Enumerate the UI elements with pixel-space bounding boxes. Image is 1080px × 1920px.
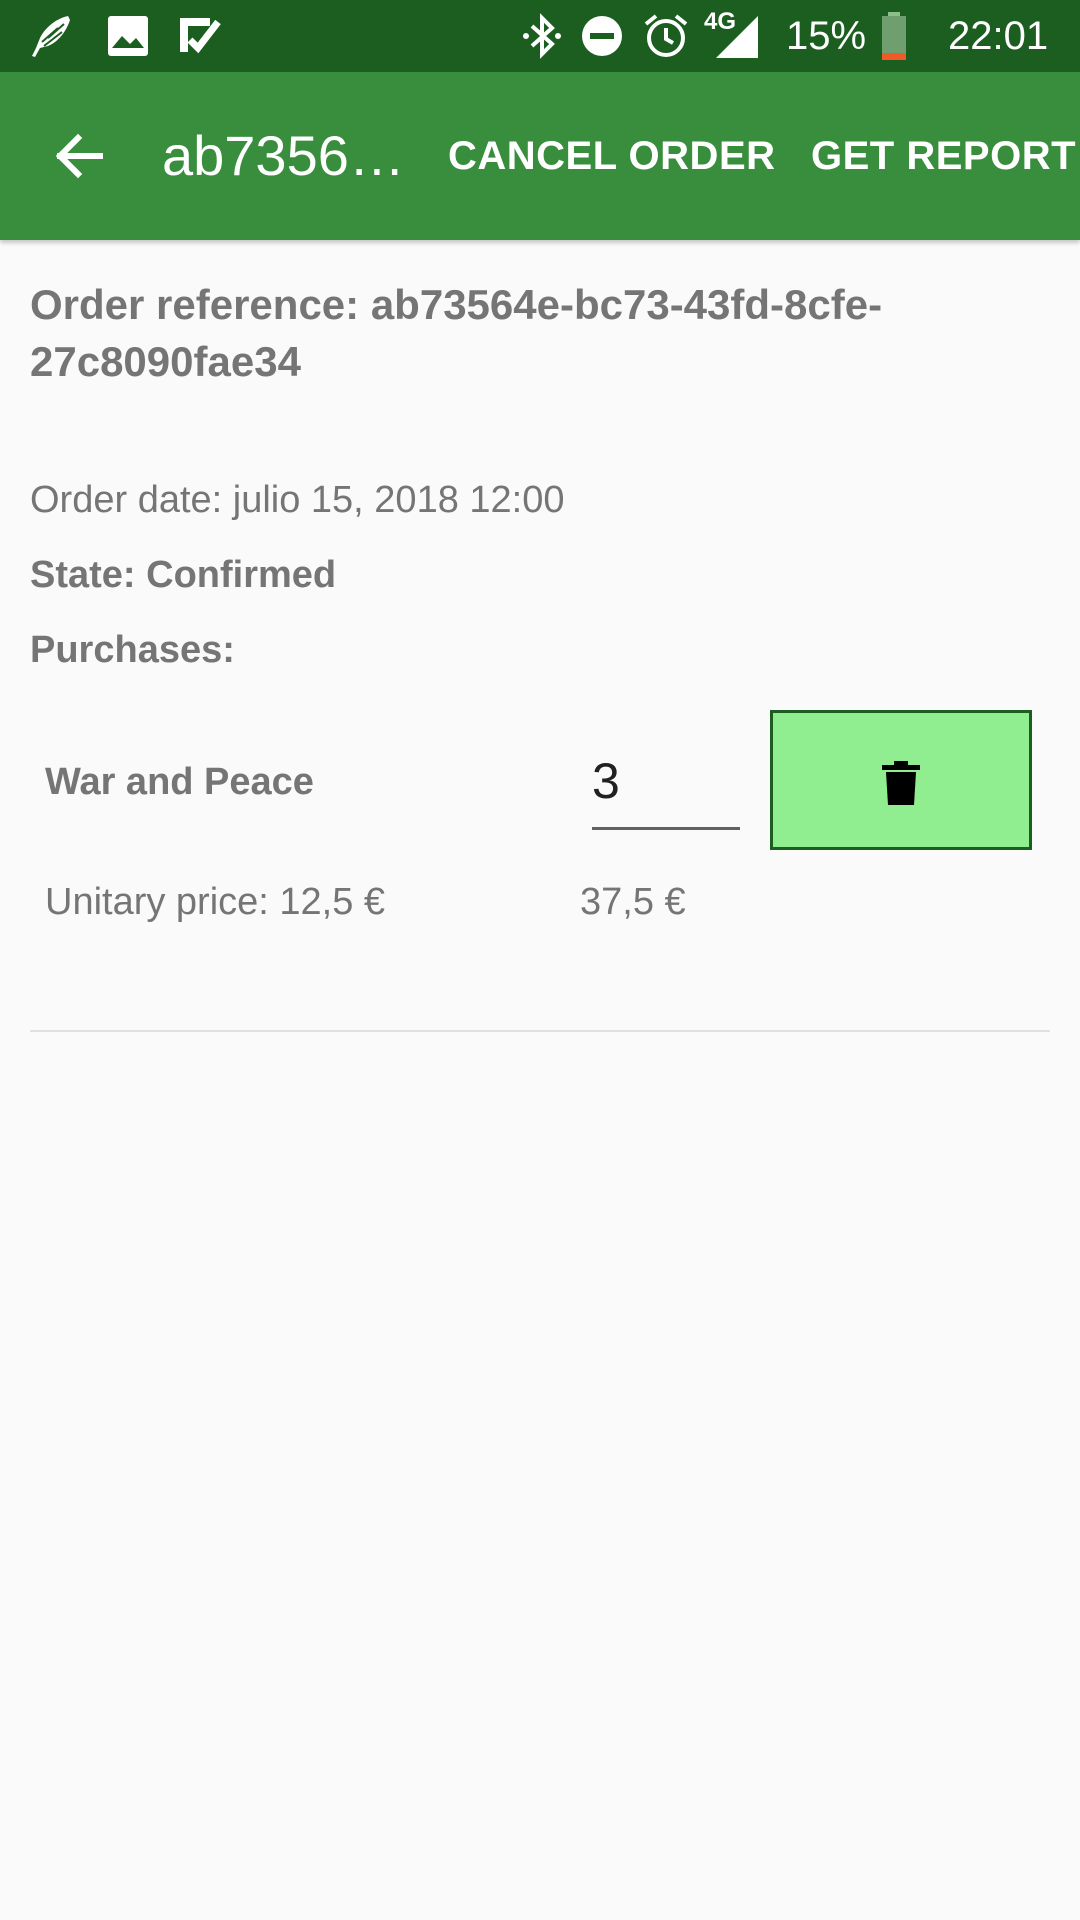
trash-icon bbox=[882, 761, 920, 805]
order-detail-screen: 4G 15% 22:01 ab73564e-bc73-43fd-8cfe-27c… bbox=[0, 0, 1080, 1920]
order-date: Order date: julio 15, 2018 12:00 bbox=[30, 479, 565, 521]
battery-icon bbox=[882, 12, 906, 60]
cancel-order-button[interactable]: CANCEL ORDER bbox=[448, 132, 776, 180]
arrow-back-icon[interactable] bbox=[44, 120, 116, 192]
unit-price: Unitary price: 12,5 € bbox=[45, 881, 386, 923]
order-state: State: Confirmed bbox=[30, 554, 337, 596]
bluetooth-icon bbox=[523, 13, 561, 59]
order-reference: Order reference: ab73564e-bc73-43fd-8cfe… bbox=[30, 281, 883, 385]
signal-icon bbox=[716, 16, 758, 58]
alarm-icon bbox=[644, 14, 688, 57]
app-bar: ab73564e-bc73-43fd-8cfe-27c8090fae34 CAN… bbox=[0, 72, 1080, 240]
battery-percent-label: 15% bbox=[786, 14, 867, 58]
line-total: 37,5 € bbox=[580, 881, 686, 923]
page-title: ab73564e-bc73-43fd-8cfe-27c8090fae34 bbox=[162, 124, 412, 187]
purchases-heading: Purchases: bbox=[30, 629, 235, 671]
delete-purchase-button[interactable] bbox=[770, 710, 1032, 850]
launcher-feather-icon bbox=[32, 16, 70, 57]
check-list-icon bbox=[180, 18, 221, 54]
purchase-item-title: War and Peace bbox=[45, 761, 314, 803]
quantity-input[interactable]: 3 bbox=[592, 745, 740, 830]
clock-label: 22:01 bbox=[948, 14, 1049, 58]
image-icon bbox=[108, 16, 148, 56]
status-bar: 4G 15% 22:01 bbox=[0, 0, 1080, 72]
get-report-button[interactable]: GET REPORT bbox=[811, 132, 1076, 180]
do-not-disturb-icon bbox=[582, 16, 622, 56]
quantity-value: 3 bbox=[592, 753, 620, 809]
divider bbox=[30, 1030, 1050, 1032]
